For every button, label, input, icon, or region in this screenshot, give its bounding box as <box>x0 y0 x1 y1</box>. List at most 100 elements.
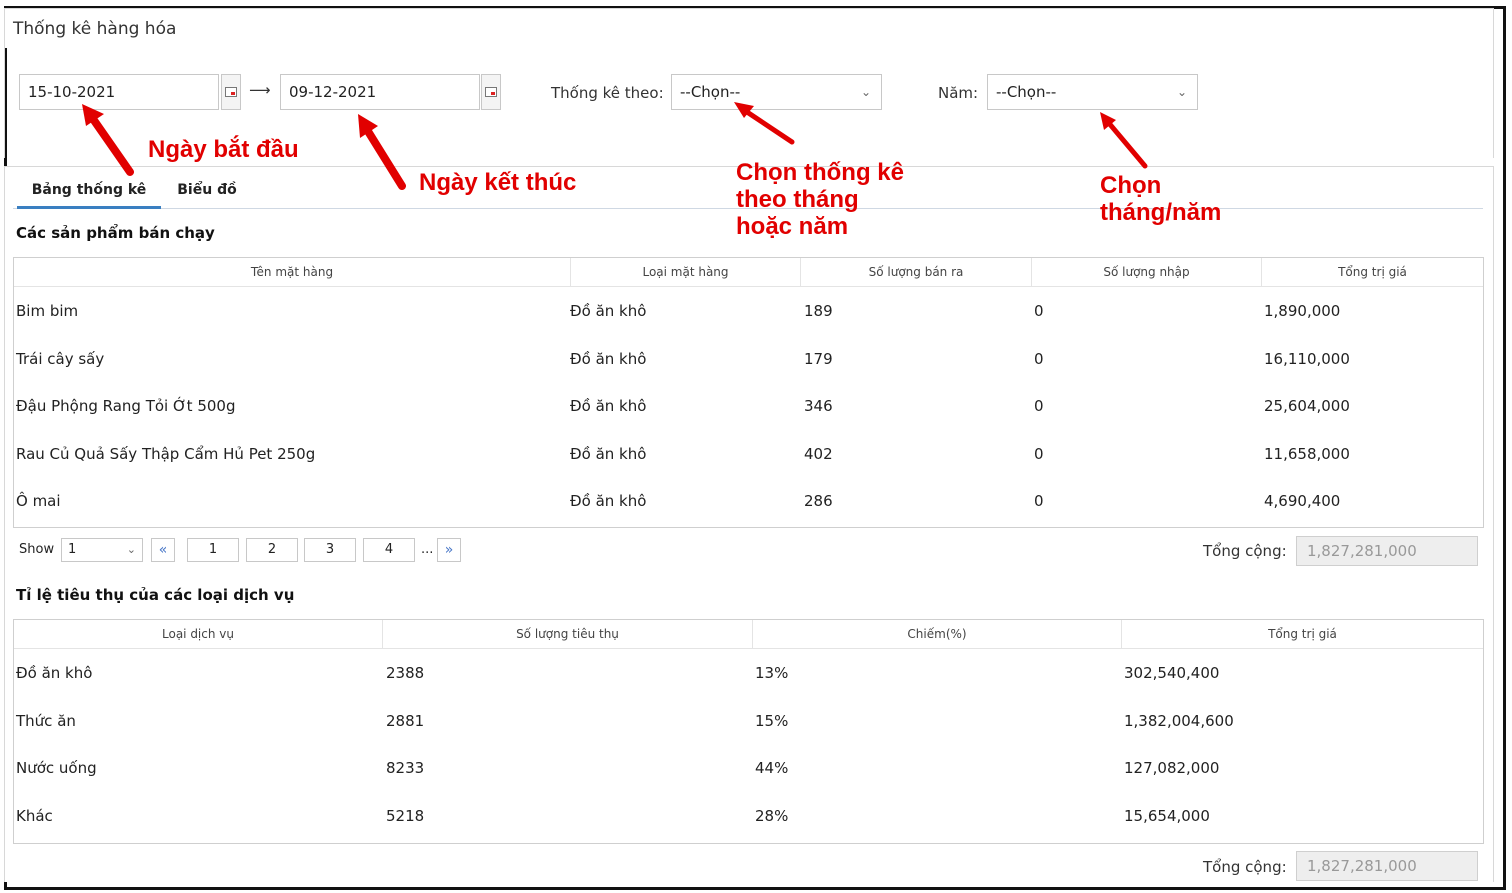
cell-sold: 346 <box>804 397 833 415</box>
col-header-total[interactable]: Tổng trị giá <box>1122 620 1483 649</box>
first-page-button[interactable]: « <box>151 538 175 562</box>
annotation-year: Chọn tháng/năm <box>1100 172 1221 226</box>
table-row[interactable]: Khác 5218 28% 15,654,000 <box>14 793 1483 840</box>
cell-total: 1,890,000 <box>1264 302 1341 320</box>
col-header-imported[interactable]: Số lượng nhập <box>1032 258 1262 287</box>
services-total-label: Tổng cộng: <box>1203 858 1287 876</box>
cell-total: 1,382,004,600 <box>1124 712 1234 730</box>
cell-percent: 13% <box>755 664 789 682</box>
col-header-type[interactable]: Loại mặt hàng <box>571 258 801 287</box>
table-header: Loại dịch vụ Số lượng tiêu thụ Chiếm(%) … <box>14 620 1483 649</box>
cell-total: 15,654,000 <box>1124 807 1210 825</box>
cell-service-type: Khác <box>16 807 53 825</box>
col-header-total[interactable]: Tổng trị giá <box>1262 258 1483 287</box>
cell-type: Đồ ăn khô <box>570 492 647 510</box>
date-range-arrow-icon: ⟶ <box>249 81 271 99</box>
table-row[interactable]: Trái cây sấy Đồ ăn khô 179 0 16,110,000 <box>14 336 1483 383</box>
cell-type: Đồ ăn khô <box>570 445 647 463</box>
cell-type: Đồ ăn khô <box>570 350 647 368</box>
cell-name: Ô mai <box>16 492 61 510</box>
year-value: --Chọn-- <box>996 83 1057 101</box>
cell-total: 302,540,400 <box>1124 664 1220 682</box>
tab-table[interactable]: Bảng thống kê <box>17 173 161 209</box>
bestsellers-table: Tên mặt hàng Loại mặt hàng Số lượng bán … <box>13 257 1484 528</box>
cell-consumed: 5218 <box>386 807 425 825</box>
page-button-2[interactable]: 2 <box>246 538 298 562</box>
cell-consumed: 2388 <box>386 664 425 682</box>
table-row[interactable]: Bim bim Đồ ăn khô 189 0 1,890,000 <box>14 288 1483 335</box>
window-title: Thống kê hàng hóa <box>4 8 1494 48</box>
table-row[interactable]: Rau Củ Quả Sấy Thập Cẩm Hủ Pet 250g Đồ ă… <box>14 431 1483 478</box>
bestsellers-total-label: Tổng cộng: <box>1203 542 1287 560</box>
cell-total: 127,082,000 <box>1124 759 1220 777</box>
cell-name: Đậu Phộng Rang Tỏi Ớt 500g <box>16 397 236 415</box>
calendar-icon <box>225 87 237 97</box>
cell-service-type: Thức ăn <box>16 712 76 730</box>
annotation-start-date: Ngày bắt đầu <box>148 136 299 163</box>
cell-imported: 0 <box>1034 302 1044 320</box>
cell-type: Đồ ăn khô <box>570 397 647 415</box>
bestsellers-title: Các sản phẩm bán chạy <box>16 224 215 242</box>
calendar-icon <box>485 87 497 97</box>
cell-name: Bim bim <box>16 302 79 320</box>
tab-chart[interactable]: Biểu đồ <box>169 173 245 209</box>
cell-percent: 44% <box>755 759 789 777</box>
bestsellers-total-field: 1,827,281,000 <box>1296 536 1478 566</box>
cell-sold: 402 <box>804 445 833 463</box>
cell-imported: 0 <box>1034 397 1044 415</box>
col-header-percent[interactable]: Chiếm(%) <box>753 620 1122 649</box>
cell-type: Đồ ăn khô <box>570 302 647 320</box>
cell-name: Trái cây sấy <box>16 350 105 368</box>
cell-percent: 28% <box>755 807 789 825</box>
cell-consumed: 8233 <box>386 759 425 777</box>
end-date-calendar-button[interactable] <box>481 74 501 110</box>
services-table: Loại dịch vụ Số lượng tiêu thụ Chiếm(%) … <box>13 619 1484 844</box>
stat-by-value: --Chọn-- <box>680 83 741 101</box>
cell-imported: 0 <box>1034 445 1044 463</box>
page-size-value: 1 <box>68 542 77 557</box>
cell-service-type: Nước uống <box>16 759 97 777</box>
annotation-end-date: Ngày kết thúc <box>419 169 577 196</box>
table-header: Tên mặt hàng Loại mặt hàng Số lượng bán … <box>14 258 1483 287</box>
col-header-consumed[interactable]: Số lượng tiêu thụ <box>383 620 753 649</box>
cell-imported: 0 <box>1034 492 1044 510</box>
col-header-name[interactable]: Tên mặt hàng <box>14 258 571 287</box>
table-row[interactable]: Đậu Phộng Rang Tỏi Ớt 500g Đồ ăn khô 346… <box>14 383 1483 430</box>
page-button-3[interactable]: 3 <box>304 538 356 562</box>
year-label: Năm: <box>938 84 979 102</box>
year-select[interactable]: --Chọn-- ⌄ <box>987 74 1198 110</box>
end-date-input[interactable]: 09-12-2021 <box>280 74 480 110</box>
table-row[interactable]: Đồ ăn khô 2388 13% 302,540,400 <box>14 650 1483 697</box>
cell-imported: 0 <box>1034 350 1044 368</box>
table-row[interactable]: Ô mai Đồ ăn khô 286 0 4,690,400 <box>14 478 1483 525</box>
page-ellipsis: ... <box>421 542 434 557</box>
cell-consumed: 2881 <box>386 712 425 730</box>
services-title: Tỉ lệ tiêu thụ của các loại dịch vụ <box>16 586 295 604</box>
page-size-select[interactable]: 1 ⌄ <box>61 538 143 562</box>
cell-sold: 179 <box>804 350 833 368</box>
start-date-calendar-button[interactable] <box>221 74 241 110</box>
stat-by-select[interactable]: --Chọn-- ⌄ <box>671 74 882 110</box>
cell-total: 16,110,000 <box>1264 350 1350 368</box>
chevron-down-icon: ⌄ <box>1176 85 1187 99</box>
annotation-year-line: tháng/năm <box>1100 199 1222 226</box>
chevron-down-icon: ⌄ <box>860 85 871 99</box>
content-panel: Bảng thống kê Biểu đồ Các sản phẩm bán c… <box>4 166 1494 882</box>
page-button-4[interactable]: 4 <box>363 538 415 562</box>
start-date-input[interactable]: 15-10-2021 <box>19 74 219 110</box>
annotation-statby-line: Chọn thống kê <box>736 159 904 186</box>
cell-service-type: Đồ ăn khô <box>16 664 93 682</box>
cell-percent: 15% <box>755 712 789 730</box>
col-header-service-type[interactable]: Loại dịch vụ <box>14 620 383 649</box>
chevron-down-icon: ⌄ <box>126 543 136 556</box>
services-total-field: 1,827,281,000 <box>1296 851 1478 881</box>
annotation-statby-line: hoặc năm <box>736 213 849 240</box>
table-row[interactable]: Nước uống 8233 44% 127,082,000 <box>14 745 1483 792</box>
show-label: Show <box>19 542 55 557</box>
page-button-1[interactable]: 1 <box>187 538 239 562</box>
table-row[interactable]: Thức ăn 2881 15% 1,382,004,600 <box>14 698 1483 745</box>
col-header-sold[interactable]: Số lượng bán ra <box>801 258 1032 287</box>
annotation-year-line: Chọn <box>1100 172 1162 199</box>
cell-total: 4,690,400 <box>1264 492 1341 510</box>
last-page-button[interactable]: » <box>437 538 461 562</box>
